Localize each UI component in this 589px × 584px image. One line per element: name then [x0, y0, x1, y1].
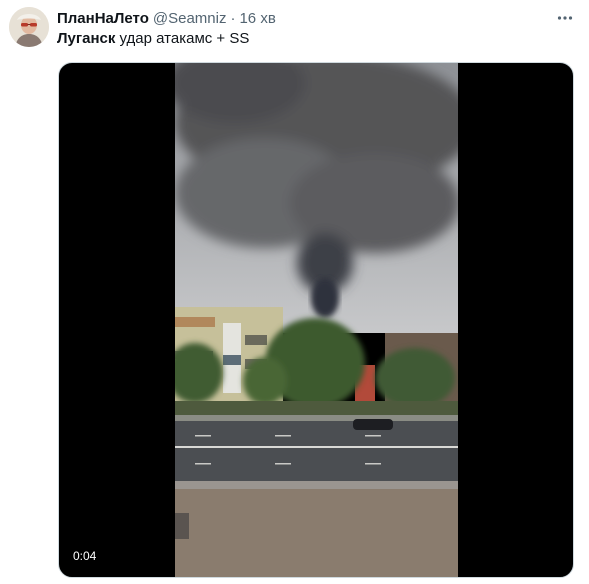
tweet-text-bold: Луганск	[57, 30, 116, 47]
more-horizontal-icon	[557, 16, 573, 20]
avatar[interactable]	[9, 7, 49, 47]
video-frame[interactable]	[175, 63, 458, 577]
avatar-image	[9, 7, 49, 47]
tweet-text-rest: удар атакамс + SS	[115, 30, 250, 47]
video-duration: 0:04	[73, 549, 97, 563]
tweet-text: Луганск удар атакамс + SS	[57, 30, 249, 47]
more-options-button[interactable]	[553, 6, 577, 30]
video-player[interactable]: 0:04	[58, 62, 574, 578]
tweet-timestamp[interactable]: 16 хв	[239, 10, 275, 27]
display-name[interactable]: ПланНаЛето	[57, 10, 149, 27]
user-handle[interactable]: @Seamniz	[153, 10, 227, 27]
tweet-header: ПланНаЛето @Seamniz · 16 хв	[57, 8, 276, 28]
separator-dot: ·	[230, 9, 236, 27]
video-thumbnail	[175, 63, 458, 577]
